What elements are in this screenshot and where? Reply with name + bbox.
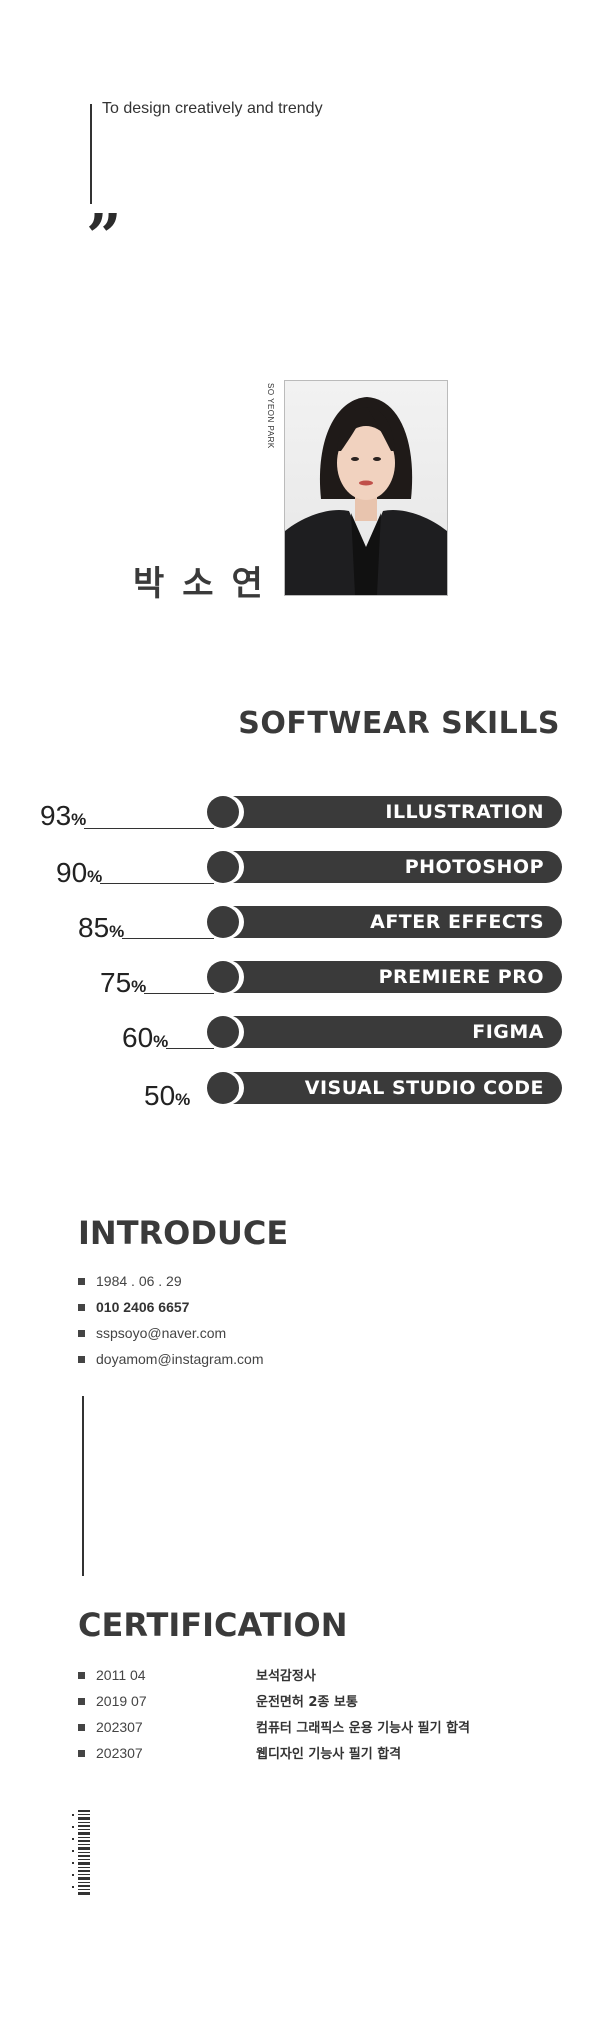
cert-date: 202307 [96, 1745, 143, 1761]
skill-bar: PREMIERE PRO [207, 960, 562, 994]
korean-name: 박소연 [133, 564, 281, 604]
skill-underline [100, 883, 214, 884]
skill-percent: 90% [56, 857, 103, 888]
tagline-divider [90, 104, 92, 204]
list-item: 010 2406 6657 [78, 1294, 264, 1320]
tagline: To design creatively and trendy [102, 100, 323, 117]
profile-photo [284, 380, 448, 596]
skill-bar: VISUAL STUDIO CODE [207, 1071, 562, 1105]
cert-date: 2019 07 [96, 1693, 147, 1709]
skill-row: 90% PHOTOSHOP [0, 850, 600, 891]
skill-bar: FIGMA [207, 1015, 562, 1049]
instagram: doyamom@instagram.com [96, 1351, 264, 1367]
quote-icon: ” [86, 200, 122, 273]
list-item: 202307 컴퓨터 그래픽스 운용 기능사 필기 합격 [78, 1714, 470, 1740]
birthdate: 1984 . 06 . 29 [96, 1273, 182, 1289]
skill-underline [122, 938, 214, 939]
cert-name: 보석감정사 [256, 1669, 316, 1684]
section-divider [82, 1396, 84, 1576]
english-name: SO YEON PARK [266, 383, 275, 449]
email: sspsoyo@naver.com [96, 1325, 227, 1341]
cert-name: 웹디자인 기능사 필기 합격 [256, 1747, 402, 1762]
skill-label: AFTER EFFECTS [370, 911, 544, 933]
skill-bar: PHOTOSHOP [207, 850, 562, 884]
barcode-icon [72, 1810, 90, 1895]
cert-date: 202307 [96, 1719, 143, 1735]
skill-row: 60% FIGMA [0, 1015, 600, 1056]
skill-underline [144, 993, 214, 994]
skill-label: VISUAL STUDIO CODE [304, 1077, 544, 1099]
skill-percent: 75% [100, 967, 147, 998]
skill-percent: 60% [122, 1022, 169, 1053]
skill-percent: 85% [78, 912, 125, 943]
skill-label: ILLUSTRATION [385, 801, 544, 823]
skill-row: 50% VISUAL STUDIO CODE [0, 1071, 600, 1112]
skill-bar: ILLUSTRATION [207, 795, 562, 829]
list-item: 2019 07 운전면허 2종 보통 [78, 1688, 470, 1714]
skill-row: 75% PREMIERE PRO [0, 960, 600, 1001]
certification-list: 2011 04 보석감정사 2019 07 운전면허 2종 보통 202307 컴퓨터… [78, 1662, 470, 1766]
introduce-title: INTRODUCE [78, 1214, 289, 1252]
certification-title: CERTIFICATION [78, 1606, 348, 1644]
skill-percent: 93% [40, 800, 87, 831]
skill-bar: AFTER EFFECTS [207, 905, 562, 939]
skill-label: PHOTOSHOP [404, 856, 544, 878]
skill-percent: 50% [144, 1080, 191, 1111]
list-item: doyamom@instagram.com [78, 1346, 264, 1372]
list-item: 2011 04 보석감정사 [78, 1662, 470, 1688]
cert-name: 컴퓨터 그래픽스 운용 기능사 필기 합격 [256, 1721, 470, 1736]
list-item: sspsoyo@naver.com [78, 1320, 264, 1346]
skill-underline [166, 1048, 214, 1049]
phone-number: 010 2406 6657 [96, 1299, 190, 1315]
cert-date: 2011 04 [96, 1667, 146, 1683]
skills-title: SOFTWEAR SKILLS [238, 706, 560, 741]
skill-row: 85% AFTER EFFECTS [0, 905, 600, 946]
list-item: 202307 웹디자인 기능사 필기 합격 [78, 1740, 470, 1766]
list-item: 1984 . 06 . 29 [78, 1268, 264, 1294]
skill-label: FIGMA [472, 1021, 544, 1043]
introduce-list: 1984 . 06 . 29 010 2406 6657 sspsoyo@nav… [78, 1268, 264, 1372]
cert-name: 운전면허 2종 보통 [256, 1695, 358, 1710]
skill-label: PREMIERE PRO [378, 966, 544, 988]
skill-row: 93% ILLUSTRATION [0, 795, 600, 836]
skill-underline [84, 828, 214, 829]
